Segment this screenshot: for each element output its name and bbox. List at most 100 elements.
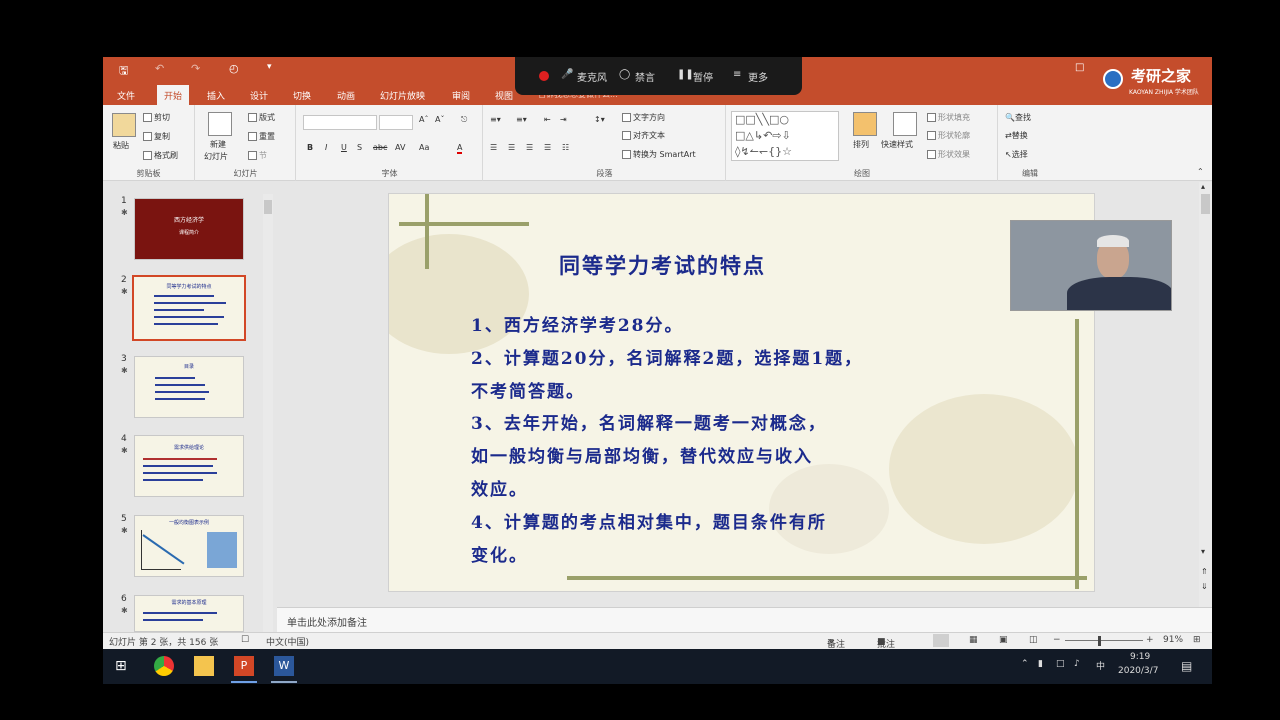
windows-start-icon[interactable]: ⊞	[115, 658, 127, 674]
next-slide-icon[interactable]: ⇓	[1201, 582, 1208, 591]
reset-button[interactable]: 重置	[248, 131, 275, 142]
slide-text-line[interactable]: 效应。	[471, 475, 528, 500]
thumbnail-slide-1[interactable]: 西方经济学 课程简介	[134, 198, 244, 260]
shape-effects-button[interactable]: 形状效果	[927, 149, 970, 160]
scroll-up-icon[interactable]: ▴	[1201, 182, 1205, 191]
undo-icon[interactable]: ↶	[155, 62, 164, 75]
font-color-button[interactable]: A	[457, 143, 463, 154]
slide-text-line[interactable]: 4、计算题的考点相对集中，题目条件有所	[471, 508, 827, 533]
current-slide[interactable]: 同等学力考试的特点 1、西方经济学考28分。 2、计算题20分，名词解释2题，选…	[388, 193, 1095, 592]
clear-format-icon[interactable]: ⎋	[461, 115, 467, 125]
align-left-icon[interactable]: ☰	[490, 143, 497, 152]
notification-icon[interactable]: ▤	[1181, 659, 1192, 673]
chrome-icon[interactable]	[154, 656, 174, 676]
mute-chat-button[interactable]: 禁言	[635, 69, 655, 84]
text-direction-button[interactable]: 文字方向	[622, 112, 665, 123]
increase-indent-icon[interactable]: ⇥	[560, 115, 567, 124]
line-spacing-icon[interactable]: ↕▾	[594, 115, 605, 124]
align-text-button[interactable]: 对齐文本	[622, 130, 665, 141]
word-icon[interactable]: W	[274, 656, 294, 676]
zoom-slider-thumb[interactable]	[1098, 636, 1101, 646]
columns-icon[interactable]: ☷	[562, 143, 569, 152]
new-slide-button[interactable]: 新建	[210, 139, 226, 150]
italic-button[interactable]: I	[325, 143, 327, 152]
slide-scrollbar[interactable]: ▴ ▾ ⇑ ⇓	[1199, 182, 1212, 607]
shape-outline-button[interactable]: 形状轮廓	[927, 130, 970, 141]
redo-icon[interactable]: ↷	[191, 62, 200, 75]
thumbnail-scrollbar[interactable]	[263, 194, 273, 632]
normal-view-icon[interactable]	[933, 634, 949, 647]
shape-fill-button[interactable]: 形状填充	[927, 112, 970, 123]
scroll-thumb[interactable]	[1201, 194, 1210, 214]
zoom-slider[interactable]	[1065, 640, 1143, 641]
justify-icon[interactable]: ☰	[544, 143, 551, 152]
decrease-indent-icon[interactable]: ⇤	[544, 115, 551, 124]
scroll-down-icon[interactable]: ▾	[1201, 547, 1205, 556]
fit-to-window-icon[interactable]: ⊞	[1193, 635, 1201, 645]
char-spacing-button[interactable]: AV	[395, 143, 405, 152]
thumbnail-slide-3[interactable]: 目录	[134, 356, 244, 418]
new-slide-button-line2[interactable]: 幻灯片	[204, 151, 228, 162]
quick-styles-icon[interactable]	[893, 112, 917, 136]
slide-text-line[interactable]: 变化。	[471, 541, 528, 566]
volume-icon[interactable]: ♪	[1074, 659, 1080, 669]
customize-toolbar-icon[interactable]: ▾	[267, 62, 272, 72]
find-button[interactable]: 🔍查找	[1005, 112, 1031, 123]
language-indicator[interactable]: 中文(中国)	[266, 635, 309, 648]
microphone-icon[interactable]: 🎤	[561, 69, 573, 80]
paste-icon[interactable]	[112, 113, 136, 137]
shadow-button[interactable]: S	[357, 143, 362, 152]
ribbon-display-icon[interactable]: □	[1075, 62, 1084, 73]
align-right-icon[interactable]: ☰	[526, 143, 533, 152]
scroll-thumb[interactable]	[264, 200, 272, 214]
collapse-ribbon-icon[interactable]: ⌃	[1197, 167, 1204, 176]
tab-file[interactable]: 文件	[112, 87, 140, 104]
thumbnail-slide-5[interactable]: 一般均衡图表示例	[134, 515, 244, 577]
numbering-icon[interactable]: ≡▾	[516, 115, 527, 124]
zoom-out-icon[interactable]: −	[1053, 635, 1061, 645]
clock-date[interactable]: 2020/3/7	[1118, 666, 1158, 676]
shrink-font-icon[interactable]: Aˇ	[435, 115, 444, 124]
battery-icon[interactable]: ▮	[1038, 659, 1043, 669]
format-painter-button[interactable]: 格式刷	[143, 150, 178, 161]
tab-slideshow[interactable]: 幻灯片放映	[375, 87, 430, 104]
more-button[interactable]: 更多	[748, 69, 768, 84]
new-slide-icon[interactable]	[208, 112, 232, 136]
file-explorer-icon[interactable]	[194, 656, 214, 676]
tab-animations[interactable]: 动画	[332, 87, 360, 104]
shapes-gallery[interactable]: □□╲╲□○ □△↳↶⇨⇩ ◊↯↼↽{}☆	[731, 111, 839, 161]
network-icon[interactable]: □	[1056, 659, 1065, 669]
font-name-combo[interactable]	[303, 115, 377, 130]
bold-button[interactable]: B	[307, 143, 313, 152]
tab-view[interactable]: 视图	[490, 87, 518, 104]
slideshow-view-icon[interactable]: ◫	[1029, 635, 1038, 645]
start-slideshow-icon[interactable]: ◴	[229, 62, 239, 75]
microphone-button[interactable]: 麦克风	[577, 69, 607, 84]
smartart-button[interactable]: 转换为 SmartArt	[622, 149, 696, 160]
thumbnail-slide-4[interactable]: 需求供给理论	[134, 435, 244, 497]
slide-title[interactable]: 同等学力考试的特点	[559, 250, 766, 280]
paste-button[interactable]: 粘贴	[113, 140, 129, 151]
chat-icon[interactable]: ◯	[619, 69, 630, 80]
align-center-icon[interactable]: ☰	[508, 143, 515, 152]
arrange-button[interactable]: 排列	[853, 139, 869, 150]
copy-button[interactable]: 复制	[143, 131, 170, 142]
section-button[interactable]: 节	[248, 150, 267, 161]
clock-time[interactable]: 9:19	[1130, 652, 1150, 662]
spell-check-icon[interactable]: ☐	[241, 635, 249, 645]
layout-button[interactable]: 版式	[248, 112, 275, 123]
tab-transitions[interactable]: 切换	[288, 87, 316, 104]
bullets-icon[interactable]: ≡▾	[490, 115, 501, 124]
pause-button[interactable]: 暂停	[693, 69, 713, 84]
slide-text-line[interactable]: 3、去年开始，名词解释一题考一对概念，	[471, 409, 827, 434]
tray-expand-icon[interactable]: ⌃	[1021, 659, 1029, 669]
save-icon[interactable]: 🖫	[119, 62, 128, 81]
thumbnail-slide-2[interactable]: 同等学力考试的特点	[132, 275, 246, 341]
tab-insert[interactable]: 插入	[202, 87, 230, 104]
pause-icon[interactable]: ❚❚	[677, 69, 694, 80]
notes-placeholder[interactable]: 单击此处添加备注	[287, 614, 367, 629]
underline-button[interactable]: U	[341, 143, 347, 152]
slide-text-line[interactable]: 不考简答题。	[471, 377, 585, 402]
tab-design[interactable]: 设计	[245, 87, 273, 104]
tab-home[interactable]: 开始	[157, 85, 190, 105]
